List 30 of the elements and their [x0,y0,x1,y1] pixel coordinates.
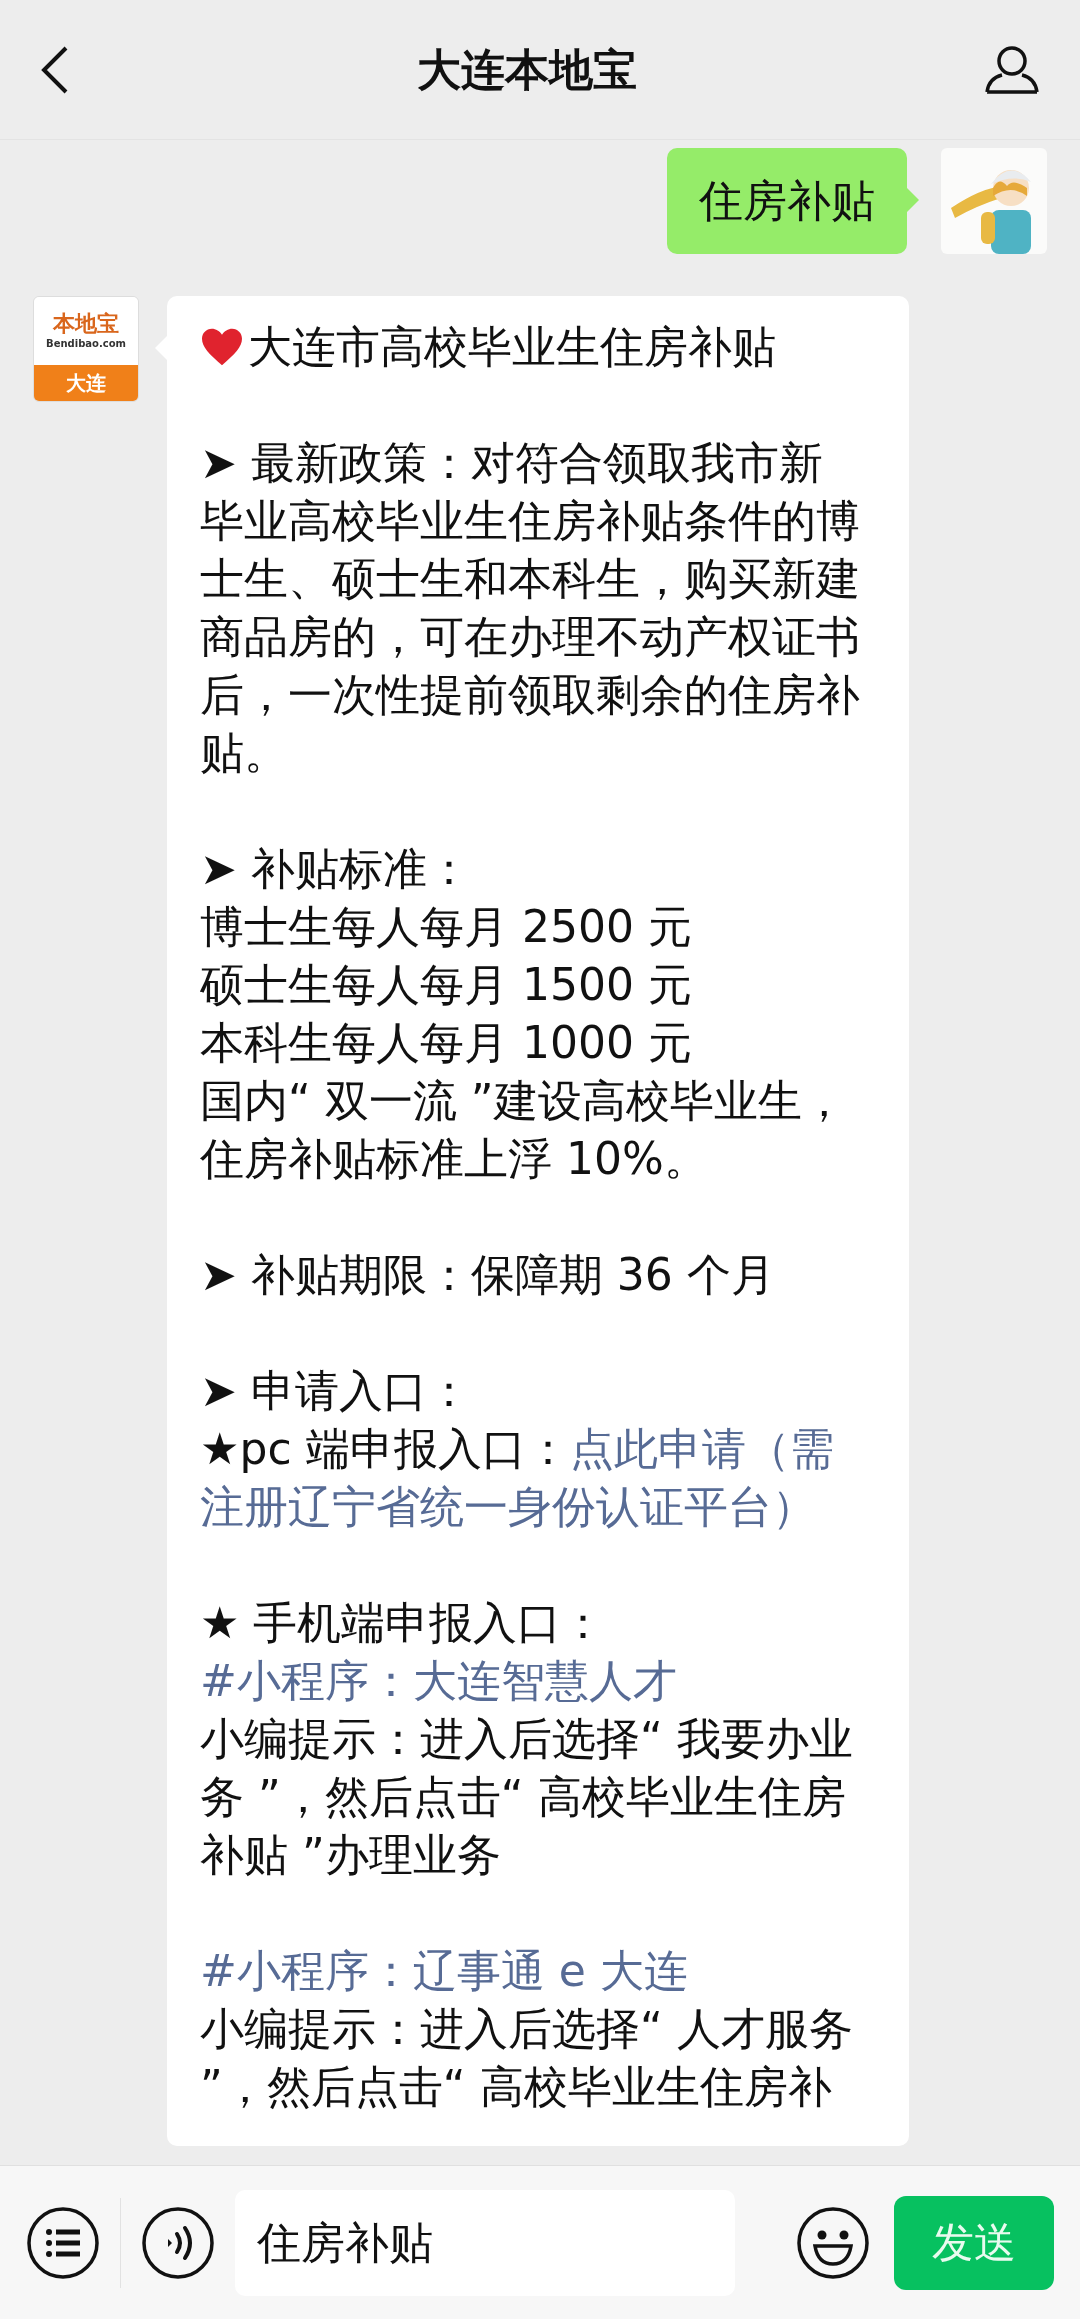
outgoing-bubble: 住房补贴 [667,148,907,254]
message-text: ➤ 补贴期限：保障期 36 个月 [200,1248,776,1302]
profile-icon[interactable] [984,44,1040,95]
apply-link[interactable]: 点此申请（需 [569,1423,834,1474]
message-text: ➤ 最新政策：对符合领取我市新毕业高校毕业生住房补贴条件的博士生、硕士生和本科生，购买新建商品房的，可在办理不动产权证书后，一次性提前领取剩余的住房补贴。 [200,436,861,780]
message-text: ★pc 端申报入口： [200,1423,570,1474]
message-text: ★ 手机端申报入口： [200,1596,607,1650]
chat-title: 大连本地宝 [417,42,637,97]
bubble-tail [907,188,919,212]
message-text: 小编提示：进入后选择“ 我要办业务 ”，然后点击“ 高校毕业生住房补贴 ”办理业务 [200,1712,854,1882]
mini-program-link[interactable]: #小程序：辽事通 e 大连 [200,1942,861,2000]
message-text: 硕士生每人每月 1500 元 [200,958,693,1012]
apply-link[interactable]: 注册辽宁省统一身份认证平台） [200,1481,816,1532]
logo-site: Bendibao.com [46,339,126,349]
message-text: ➤ 补贴标准： [200,842,472,896]
emoji-icon[interactable] [796,2205,870,2280]
message-text: ➤ 申请入口： [200,1364,472,1418]
message-text: 本科生每人每月 1000 元 [200,1016,693,1070]
back-icon[interactable] [40,44,70,95]
heart-icon [200,327,244,367]
message-input[interactable]: 住房补贴 [235,2189,735,2296]
message-text: 博士生每人每月 2500 元 [200,900,693,954]
message-text: 国内“ 双一流 ”建设高校毕业生，住房补贴标准上浮 10%。 [200,1074,847,1186]
message-heading: 大连市高校毕业生住房补贴 [248,320,776,374]
message-text: 小编提示：进入后选择“ 人才服务 ”，然后点击“ 高校毕业生住房补 [200,2002,854,2114]
voice-icon[interactable] [141,2205,215,2280]
menu-icon[interactable] [26,2205,100,2280]
mini-program-link[interactable]: #小程序：大连智慧人才 [200,1652,861,1710]
logo-city: 大连 [66,373,106,393]
logo-name: 本地宝 [53,313,119,335]
